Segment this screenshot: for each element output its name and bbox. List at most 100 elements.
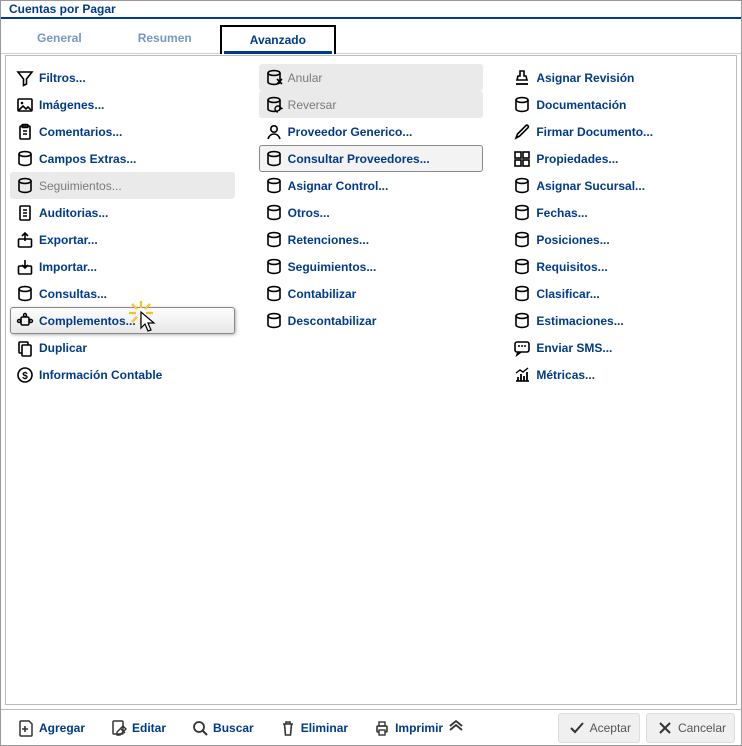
item-contabilizar[interactable]: Contabilizar [259,280,484,307]
item-enviar-sms[interactable]: Enviar SMS... [507,334,732,361]
dollar-icon [15,365,35,385]
item-complementos-label: Complementos... [39,314,136,328]
x-icon [655,718,675,738]
item-info-contable[interactable]: Información Contable [10,361,235,388]
item-requisitos-label: Requisitos... [536,260,607,274]
item-seguimientos-label: Seguimientos... [39,179,122,193]
item-descontabilizar[interactable]: Descontabilizar [259,307,484,334]
sms-icon [512,338,532,358]
item-clasificar[interactable]: Clasificar... [507,280,732,307]
cancelar-button[interactable]: Cancelar [646,713,735,743]
export-icon [15,230,35,250]
aceptar-label: Aceptar [590,721,631,735]
item-documentacion-label: Documentación [536,98,626,112]
item-documentacion[interactable]: Documentación [507,91,732,118]
item-auditorias[interactable]: Auditorias... [10,199,235,226]
item-requisitos[interactable]: Requisitos... [507,253,732,280]
database-icon [264,257,284,277]
item-asignar-revision[interactable]: Asignar Revisión [507,64,732,91]
item-firmar-documento[interactable]: Firmar Documento... [507,118,732,145]
edit-doc-icon [109,718,129,738]
item-fechas-label: Fechas... [536,206,587,220]
item-consultar-proveedores-label: Consultar Proveedores... [288,152,430,166]
copy-icon [15,338,35,358]
database-icon [512,311,532,331]
db-cancel-icon [264,68,284,88]
item-anular-label: Anular [288,71,323,85]
item-proveedor-generico-label: Proveedor Generico... [288,125,413,139]
imprimir-label: Imprimir [395,721,443,735]
item-filtros-label: Filtros... [39,71,86,85]
database-icon [264,149,284,169]
filter-icon [15,68,35,88]
column-3: Asignar Revisión Documentación Firmar Do… [507,64,732,388]
database-icon [264,203,284,223]
item-anular: Anular [259,64,484,91]
database-icon [264,230,284,250]
item-proveedor-generico[interactable]: Proveedor Generico... [259,118,484,145]
grid-icon [512,149,532,169]
chevron-up-icon [446,718,466,738]
item-importar[interactable]: Importar... [10,253,235,280]
item-propiedades[interactable]: Propiedades... [507,145,732,172]
item-asignar-sucursal[interactable]: Asignar Sucursal... [507,172,732,199]
database-icon [15,176,35,196]
tab-avanzado[interactable]: Avanzado [220,25,336,54]
buscar-button[interactable]: Buscar [181,713,263,743]
imprimir-button[interactable]: Imprimir [363,713,475,743]
item-consultar-proveedores[interactable]: Consultar Proveedores... [259,145,484,172]
eliminar-label: Eliminar [301,721,348,735]
trash-icon [278,718,298,738]
item-exportar-label: Exportar... [39,233,98,247]
item-fechas[interactable]: Fechas... [507,199,732,226]
item-duplicar[interactable]: Duplicar [10,334,235,361]
person-icon [264,122,284,142]
item-propiedades-label: Propiedades... [536,152,618,166]
item-estimaciones[interactable]: Estimaciones... [507,307,732,334]
item-asignar-revision-label: Asignar Revisión [536,71,634,85]
plugin-icon [15,311,35,331]
editar-button[interactable]: Editar [100,713,175,743]
item-otros[interactable]: Otros... [259,199,484,226]
tab-avanzado-label: Avanzado [250,33,306,47]
db-reverse-icon [264,95,284,115]
item-seguimientos-2[interactable]: Seguimientos... [259,253,484,280]
tab-general[interactable]: General [9,25,110,53]
item-retenciones[interactable]: Retenciones... [259,226,484,253]
item-posiciones-label: Posiciones... [536,233,609,247]
tab-resumen[interactable]: Resumen [110,25,220,53]
eliminar-button[interactable]: Eliminar [269,713,357,743]
item-consultas[interactable]: Consultas... [10,280,235,307]
item-contabilizar-label: Contabilizar [288,287,357,301]
item-campos-extras[interactable]: Campos Extras... [10,145,235,172]
item-metricas-label: Métricas... [536,368,595,382]
item-seguimientos-2-label: Seguimientos... [288,260,377,274]
aceptar-button[interactable]: Aceptar [558,713,640,743]
database-icon [512,230,532,250]
footer-toolbar: Agregar Editar Buscar Eliminar Imprimir … [1,709,741,745]
item-info-contable-label: Información Contable [39,368,162,382]
item-comentarios-label: Comentarios... [39,125,122,139]
item-asignar-control-label: Asignar Control... [288,179,389,193]
item-firmar-documento-label: Firmar Documento... [536,125,653,139]
item-descontabilizar-label: Descontabilizar [288,314,377,328]
item-comentarios[interactable]: Comentarios... [10,118,235,145]
item-imagenes[interactable]: Imágenes... [10,91,235,118]
item-auditorias-label: Auditorias... [39,206,108,220]
item-complementos[interactable]: Complementos... [10,307,235,334]
database-icon [264,311,284,331]
content-panel: Filtros... Imágenes... Comentarios... Ca… [5,55,737,705]
item-metricas[interactable]: Métricas... [507,361,732,388]
item-filtros[interactable]: Filtros... [10,64,235,91]
database-icon [512,95,532,115]
item-asignar-control[interactable]: Asignar Control... [259,172,484,199]
tab-bar: General Resumen Avanzado [1,25,741,54]
database-icon [264,284,284,304]
item-posiciones[interactable]: Posiciones... [507,226,732,253]
item-importar-label: Importar... [39,260,97,274]
item-exportar[interactable]: Exportar... [10,226,235,253]
item-duplicar-label: Duplicar [39,341,87,355]
print-icon [372,718,392,738]
agregar-button[interactable]: Agregar [7,713,94,743]
image-icon [15,95,35,115]
